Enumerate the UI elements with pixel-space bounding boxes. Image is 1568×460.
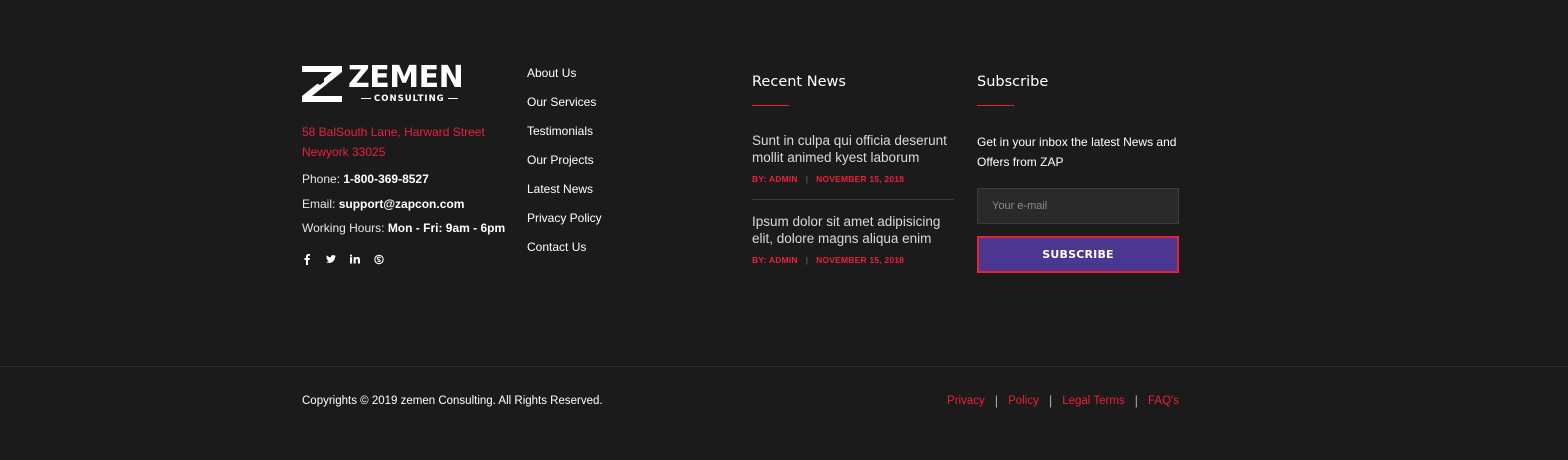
subscribe-button[interactable]: SUBSCRIBE	[977, 236, 1179, 273]
news-divider	[752, 199, 954, 200]
link-our-projects[interactable]: Our Projects	[527, 153, 594, 167]
link-our-services[interactable]: Our Services	[527, 95, 596, 109]
hours-line: Working Hours: Mon - Fri: 9am - 6pm	[302, 221, 505, 235]
phone-value[interactable]: 1-800-369-8527	[343, 172, 428, 186]
heading-underline	[977, 105, 1014, 106]
news-item-title[interactable]: Ipsum dolor sit amet adipisicing elit, d…	[752, 213, 954, 247]
link-testimonials[interactable]: Testimonials	[527, 124, 593, 138]
legal-separator: |	[1134, 393, 1139, 408]
logo-wordmark: ZEMEN	[348, 60, 464, 95]
email-line: Email: support@zapcon.com	[302, 197, 464, 211]
link-faqs[interactable]: FAQ's	[1148, 395, 1179, 407]
logo[interactable]: ZEMEN CONSULTING	[302, 60, 464, 106]
address-line-1: 58 BalSouth Lane, Harward Street	[302, 125, 485, 139]
news-author[interactable]: BY: ADMIN	[752, 174, 798, 184]
subscribe-heading: Subscribe	[977, 74, 1049, 90]
meta-separator: |	[805, 174, 809, 184]
bottom-divider	[0, 366, 1568, 367]
legal-links: Privacy | Policy | Legal Terms | FAQ's	[947, 393, 1179, 408]
legal-separator: |	[994, 393, 999, 408]
news-item-meta: BY: ADMIN | NOVEMBER 15, 2018	[752, 174, 904, 184]
link-policy[interactable]: Policy	[1008, 395, 1039, 407]
hours-label: Working Hours:	[302, 221, 388, 235]
subscribe-description: Get in your inbox the latest News and Of…	[977, 135, 1177, 169]
linkedin-icon[interactable]	[350, 252, 360, 266]
address-line-2: Newyork 33025	[302, 145, 386, 159]
link-contact-us[interactable]: Contact Us	[527, 240, 586, 254]
heading-underline	[752, 105, 789, 106]
footer-top: ZEMEN CONSULTING 58 BalSouth Lane, Harwa…	[0, 0, 1568, 366]
link-latest-news[interactable]: Latest News	[527, 182, 593, 196]
news-item-meta: BY: ADMIN | NOVEMBER 15, 2018	[752, 255, 904, 265]
link-privacy-policy[interactable]: Privacy Policy	[527, 211, 602, 225]
phone-line: Phone: 1-800-369-8527	[302, 172, 429, 186]
link-privacy[interactable]: Privacy	[947, 395, 985, 407]
copyright-text: Copyrights © 2019 zemen Consulting. All …	[302, 395, 603, 407]
address: 58 BalSouth Lane, Harward Street Newyork…	[302, 122, 512, 162]
social-links	[302, 252, 384, 266]
news-item-title[interactable]: Sunt in culpa qui officia deserunt molli…	[752, 132, 954, 166]
email-label: Email:	[302, 197, 339, 211]
email-input[interactable]	[977, 188, 1179, 224]
hours-value: Mon - Fri: 9am - 6pm	[387, 221, 506, 235]
link-about-us[interactable]: About Us	[527, 66, 576, 80]
recent-news-heading: Recent News	[752, 74, 846, 90]
logo-tagline: CONSULTING	[358, 94, 461, 104]
news-date[interactable]: NOVEMBER 15, 2018	[816, 255, 904, 265]
legal-separator: |	[1048, 393, 1053, 408]
skype-icon[interactable]	[374, 252, 384, 266]
news-author[interactable]: BY: ADMIN	[752, 255, 798, 265]
zemen-logo-icon	[302, 66, 342, 102]
logo-tagline-text: CONSULTING	[374, 94, 445, 104]
link-legal-terms[interactable]: Legal Terms	[1062, 395, 1124, 407]
news-date[interactable]: NOVEMBER 15, 2018	[816, 174, 904, 184]
facebook-icon[interactable]	[302, 252, 312, 266]
twitter-icon[interactable]	[326, 252, 336, 266]
phone-label: Phone:	[302, 172, 344, 186]
email-value[interactable]: support@zapcon.com	[339, 197, 465, 211]
meta-separator: |	[805, 255, 809, 265]
